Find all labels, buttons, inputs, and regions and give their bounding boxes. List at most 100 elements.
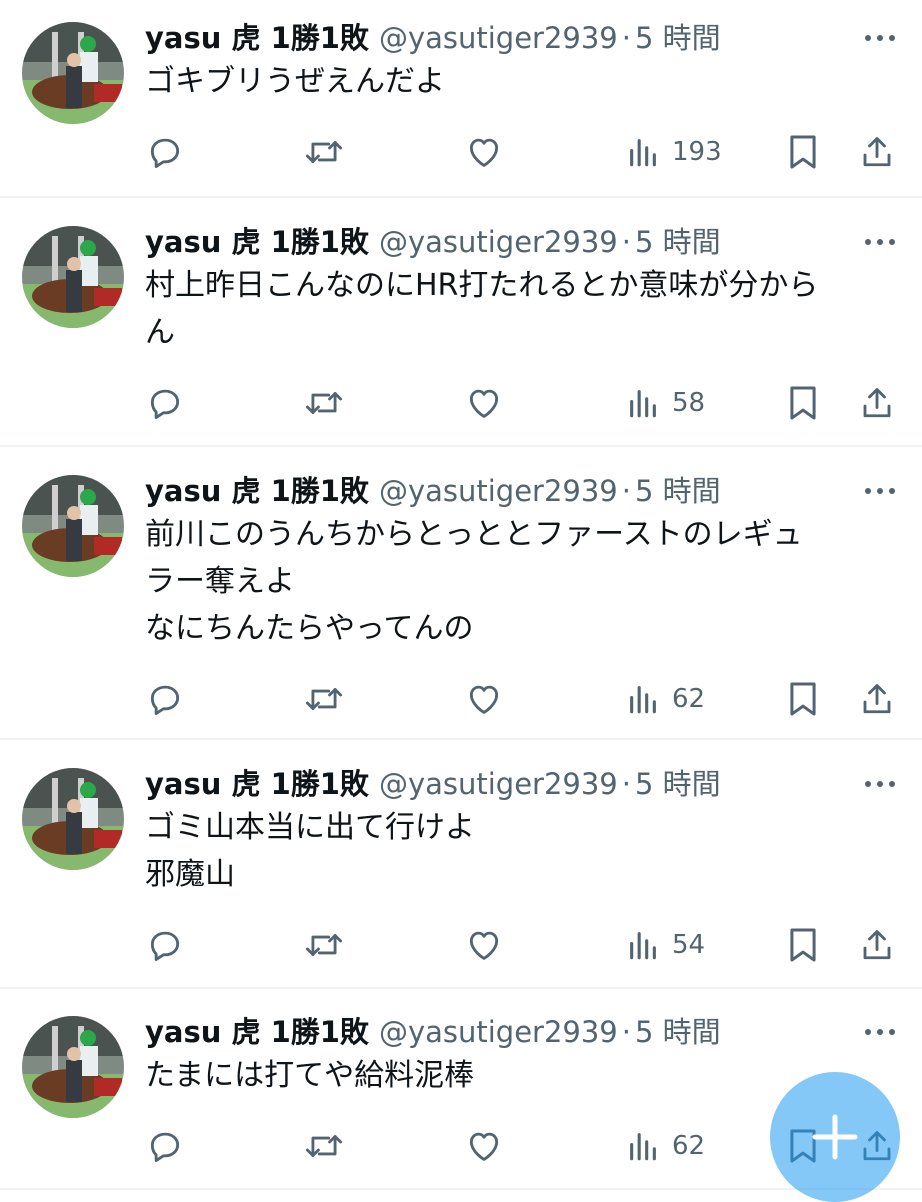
retweet-button[interactable] [303, 127, 345, 177]
tweet-divider [0, 738, 922, 740]
bookmark-button[interactable] [786, 127, 820, 177]
timestamp[interactable]: 5 時間 [635, 767, 721, 801]
timestamp[interactable]: 5 時間 [635, 474, 721, 508]
user-handle[interactable]: @yasutiger2939 [379, 1015, 618, 1049]
view-count: 62 [672, 1131, 706, 1161]
tweet-text-line: 村上昨日こんなのにHR打たれるとか意味が分から [145, 268, 819, 303]
compose-icon [812, 1114, 858, 1160]
timestamp[interactable]: 5 時間 [635, 225, 721, 259]
timestamp[interactable]: 5 時間 [635, 1015, 721, 1049]
like-icon [469, 1132, 499, 1161]
share-button[interactable] [859, 674, 895, 724]
tweet-text-line: 前川このうんちからとっととファーストのレギュ [145, 517, 803, 552]
user-handle[interactable]: @yasutiger2939 [379, 474, 618, 508]
separator-dot: · [621, 1015, 631, 1049]
tweet-actions: 54 [0, 920, 922, 970]
retweet-button[interactable] [303, 378, 345, 428]
views-button[interactable]: 54 [626, 920, 705, 970]
tweet-text-line: ゴキブリうぜえんだよ [145, 64, 445, 99]
display-name[interactable]: yasu 虎 1勝1敗 [145, 1015, 369, 1049]
retweet-icon [305, 392, 343, 414]
like-icon [469, 685, 499, 714]
avatar[interactable] [22, 475, 124, 577]
reply-button[interactable] [146, 920, 184, 970]
retweet-button[interactable] [303, 674, 345, 724]
reply-icon [150, 1132, 180, 1162]
tweet-header: yasu 虎 1勝1敗 @yasutiger2939 · 5 時間 [145, 18, 721, 58]
more-icon [865, 488, 895, 494]
retweet-icon [305, 934, 343, 956]
views-button[interactable]: 62 [626, 674, 705, 724]
tweet-text-line: ん [145, 315, 175, 350]
views-button[interactable]: 58 [626, 378, 705, 428]
reply-button[interactable] [146, 378, 184, 428]
share-icon [863, 684, 891, 714]
avatar-image [22, 475, 124, 577]
avatar-image [22, 1016, 124, 1118]
views-icon [630, 686, 656, 714]
avatar[interactable] [22, 22, 124, 124]
view-count: 58 [672, 388, 706, 418]
like-button[interactable] [464, 127, 504, 177]
bookmark-button[interactable] [786, 378, 820, 428]
reply-icon [150, 931, 180, 961]
compose-button[interactable] [770, 1072, 900, 1202]
avatar[interactable] [22, 768, 124, 870]
user-handle[interactable]: @yasutiger2939 [379, 767, 618, 801]
like-button[interactable] [464, 674, 504, 724]
like-button[interactable] [464, 378, 504, 428]
reply-button[interactable] [146, 1121, 184, 1171]
tweet-divider [0, 987, 922, 989]
separator-dot: · [621, 474, 631, 508]
tweet-actions: 62 [0, 674, 922, 724]
like-button[interactable] [464, 920, 504, 970]
retweet-button[interactable] [303, 920, 345, 970]
views-icon [630, 139, 656, 167]
reply-button[interactable] [146, 674, 184, 724]
more-icon [865, 1029, 895, 1035]
separator-dot: · [621, 21, 631, 55]
share-button[interactable] [859, 127, 895, 177]
user-handle[interactable]: @yasutiger2939 [379, 225, 618, 259]
reply-icon [150, 685, 180, 715]
tweet-text-line: なにちんたらやってんの [145, 611, 474, 646]
user-handle[interactable]: @yasutiger2939 [379, 21, 618, 55]
share-icon [863, 930, 891, 960]
bookmark-icon [790, 135, 816, 169]
avatar[interactable] [22, 226, 124, 328]
retweet-button[interactable] [303, 1121, 345, 1171]
display-name[interactable]: yasu 虎 1勝1敗 [145, 474, 369, 508]
tweet-actions: 193 [0, 127, 922, 177]
bookmark-icon [790, 386, 816, 420]
bookmark-button[interactable] [786, 674, 820, 724]
share-icon [863, 388, 891, 418]
share-icon [863, 137, 891, 167]
separator-dot: · [621, 767, 631, 801]
more-button[interactable] [862, 28, 898, 48]
views-button[interactable]: 62 [626, 1121, 705, 1171]
display-name[interactable]: yasu 虎 1勝1敗 [145, 767, 369, 801]
reply-button[interactable] [146, 127, 184, 177]
like-button[interactable] [464, 1121, 504, 1171]
display-name[interactable]: yasu 虎 1勝1敗 [145, 21, 369, 55]
more-button[interactable] [862, 774, 898, 794]
share-button[interactable] [859, 378, 895, 428]
more-button[interactable] [862, 1022, 898, 1042]
avatar[interactable] [22, 1016, 124, 1118]
tweet-divider [0, 196, 922, 198]
more-button[interactable] [862, 232, 898, 252]
views-button[interactable]: 193 [626, 127, 722, 177]
tweet-text: 前川このうんちからとっととファーストのレギュ ラー奪えよ なにちんたらやってんの [145, 511, 885, 652]
bookmark-icon [790, 928, 816, 962]
like-icon [469, 931, 499, 960]
avatar-image [22, 768, 124, 870]
more-icon [865, 781, 895, 787]
tweet-text-line: 邪魔山 [145, 857, 235, 892]
share-button[interactable] [859, 920, 895, 970]
timestamp[interactable]: 5 時間 [635, 21, 721, 55]
bookmark-button[interactable] [786, 920, 820, 970]
retweet-icon [305, 1135, 343, 1157]
tweet-text: ゴミ山本当に出て行けよ 邪魔山 [145, 804, 885, 898]
display-name[interactable]: yasu 虎 1勝1敗 [145, 225, 369, 259]
more-button[interactable] [862, 481, 898, 501]
